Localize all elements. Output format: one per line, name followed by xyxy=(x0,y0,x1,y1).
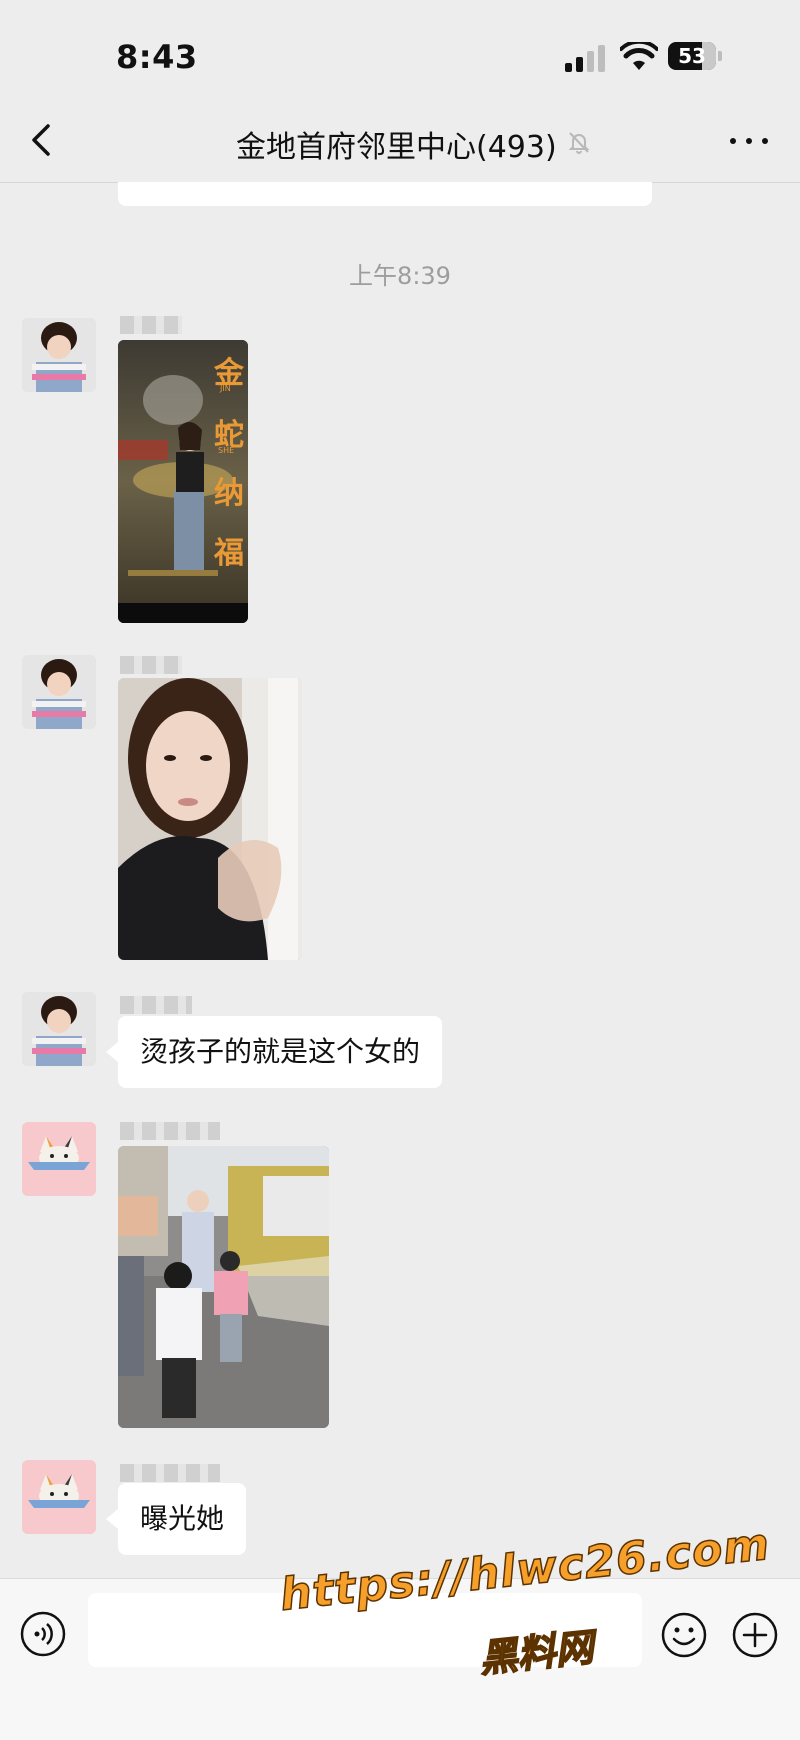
chat-title: 金地首府邻里中心(493) xyxy=(236,130,557,165)
sender-name xyxy=(120,1464,220,1482)
image-message[interactable]: 金 JIN 蛇 SHE 纳 福 xyxy=(118,340,248,623)
avatar[interactable] xyxy=(22,1122,96,1196)
selfie-image xyxy=(118,678,302,960)
avatar-image xyxy=(22,1122,96,1196)
poster-pinyin: JIN xyxy=(220,384,231,393)
text-message-bubble[interactable]: 烫孩子的就是这个女的 xyxy=(105,1016,443,1088)
sender-name xyxy=(120,996,192,1014)
image-message[interactable] xyxy=(118,1146,329,1428)
avatar-image xyxy=(22,318,96,392)
chat-input-bar xyxy=(0,1578,800,1740)
avatar-image xyxy=(22,992,96,1066)
voice-input-button[interactable] xyxy=(20,1611,66,1657)
previous-message-bubble[interactable] xyxy=(118,182,652,206)
more-functions-button[interactable] xyxy=(731,1611,779,1659)
chat-header: 金地首府邻里中心(493) xyxy=(0,100,800,183)
message-input[interactable] xyxy=(88,1593,642,1667)
poster-char: 纳 xyxy=(214,476,244,511)
sender-name xyxy=(120,1122,220,1140)
avatar[interactable] xyxy=(22,1460,96,1534)
poster-char: 福 xyxy=(214,536,244,571)
battery-level: 53 xyxy=(678,44,706,68)
status-bar: 8:43 53 xyxy=(0,0,800,100)
street-image xyxy=(118,1146,329,1428)
image-message[interactable] xyxy=(118,678,302,960)
back-button[interactable] xyxy=(20,118,64,162)
poster-pinyin: SHE xyxy=(218,446,235,455)
message-timestamp: 上午8:39 xyxy=(349,262,451,290)
sender-name xyxy=(120,316,182,334)
emoji-button[interactable] xyxy=(660,1611,708,1659)
mute-bell-icon xyxy=(568,132,590,154)
status-time: 8:43 xyxy=(116,38,198,76)
battery-icon: 53 xyxy=(668,42,724,72)
avatar[interactable] xyxy=(22,318,96,392)
more-options-button[interactable] xyxy=(728,126,770,156)
text-message-bubble[interactable]: 曝光她 xyxy=(105,1483,247,1555)
avatar[interactable] xyxy=(22,655,96,729)
sender-name xyxy=(120,656,182,674)
avatar-image xyxy=(22,1460,96,1534)
avatar-image xyxy=(22,655,96,729)
wifi-icon xyxy=(620,42,658,70)
cellular-signal-icon xyxy=(565,44,607,72)
avatar[interactable] xyxy=(22,992,96,1066)
